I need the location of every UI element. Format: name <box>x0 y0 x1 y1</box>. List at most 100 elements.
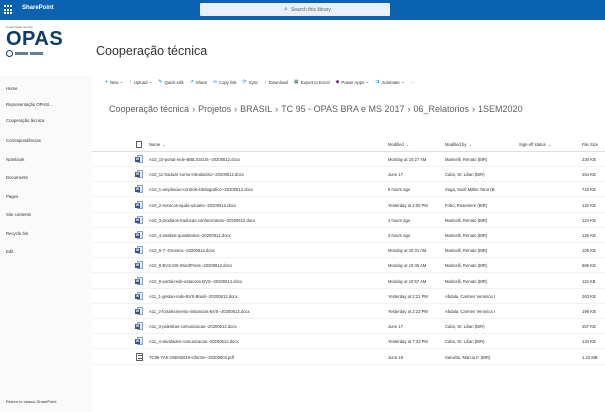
excel-icon: ▦ <box>293 79 299 85</box>
nav-item-documents[interactable]: Documents <box>6 175 28 180</box>
file-name-link[interactable]: A10_8-BVS-MS-WordPress--20200612.docx <box>149 263 232 268</box>
word-file-icon: W <box>135 246 143 255</box>
return-classic-link[interactable]: Return to classic SharePoint <box>6 399 56 404</box>
file-name-link[interactable]: A10_2-servicos-ajuda-usuario--20200612.d… <box>149 203 236 208</box>
modified-by: Cabo, Dr. Lilian (BIR) <box>445 339 485 345</box>
breadcrumb-item[interactable]: 06_Relatorios <box>414 104 470 114</box>
more-commands-button[interactable]: ··· <box>411 80 415 85</box>
download-icon: ↓ <box>264 79 267 85</box>
table-row[interactable]: W A11_4-atividades-comunicacao--20200612.… <box>92 334 605 350</box>
column-header-name[interactable]: Name ⌄ <box>149 142 166 147</box>
file-size: 120 KB <box>582 202 596 208</box>
modified-by: Marinelli, Renato (BIR) <box>445 248 488 254</box>
file-name-link[interactable]: A11_2-fortalecimento-instancias-BVS--202… <box>149 309 250 314</box>
nav-item-representacao[interactable]: Representação OPAS/... <box>6 102 53 107</box>
file-name-link[interactable]: A10_3-produtos-traducao-conhecimento--20… <box>149 218 255 223</box>
table-row[interactable]: W A10_2-servicos-ajuda-usuario--20200612.… <box>92 198 605 213</box>
nav-item-home[interactable]: Home <box>6 86 17 91</box>
modified-date: Yesterday at 2:23 PM <box>388 309 428 314</box>
nav-item-edit[interactable]: Edit <box>6 249 13 254</box>
nav-item-notebook[interactable]: Notebook <box>6 157 24 162</box>
file-size: 263 KB <box>582 293 596 299</box>
file-name-link[interactable]: A10_10-portal-rede-BIBLIOSUS--20200612.d… <box>149 157 240 162</box>
nav-item-recycle-bin[interactable]: Recycle bin <box>6 231 28 236</box>
breadcrumb-item[interactable]: Cooperação técnica <box>109 104 189 114</box>
modified-date: 5 hours ago <box>388 187 411 193</box>
file-name-link[interactable]: A10_6-7--Gnoteca--20200612.docx <box>149 248 215 253</box>
table-row[interactable]: W A11_1-gestao-rede-BVS-Brasil--20200612.… <box>92 289 605 304</box>
file-size: 118 KB <box>582 278 596 284</box>
search-box[interactable]: ⌕ Search this library <box>200 3 390 16</box>
modified-by: Marinelli, Renato (BIR) <box>445 263 488 269</box>
flow-icon: ⇉ <box>375 79 380 85</box>
file-size: 126 KB <box>582 233 596 238</box>
column-header-signoff[interactable]: Sign-off status ⌄ <box>519 142 551 147</box>
new-button[interactable]: + New ⌄ <box>105 79 123 85</box>
copy-link-button[interactable]: ∞ Copy link <box>213 79 236 85</box>
table-row[interactable]: W A11_3-palestras-comunicacao--20200612.d… <box>92 319 605 335</box>
table-row[interactable]: W A10_10-portal-rede-BIBLIOSUS--20200612.… <box>92 152 605 167</box>
table-row[interactable]: W A10_9-portal-rede-estacoes-BVS--2020061… <box>92 274 605 289</box>
table-row[interactable]: W A10_8-BVS-MS-WordPress--20200612.docx Mo… <box>92 258 605 274</box>
power-apps-button[interactable]: ◆ Power Apps ⌄ <box>336 79 370 85</box>
breadcrumb-current: 1SEM2020 <box>478 104 523 114</box>
table-row[interactable]: W A10_11-traduzir-curso-introdutório--202… <box>92 167 605 183</box>
breadcrumb-item[interactable]: BRASIL <box>240 104 272 114</box>
link-icon: ∞ <box>213 79 217 85</box>
nav-item-cooperacao[interactable]: Cooperação técnica <box>6 118 44 123</box>
nav-item-correspondencias[interactable]: Correspondências <box>6 138 41 143</box>
search-placeholder: Search this library <box>290 6 331 13</box>
quick-edit-button[interactable]: ✎ Quick edit <box>158 79 183 85</box>
upload-button[interactable]: ↑ Upload ⌄ <box>129 79 152 85</box>
column-header-size[interactable]: File Size <box>582 142 598 147</box>
breadcrumb-item[interactable]: Projetos <box>198 104 231 114</box>
column-header-modified[interactable]: Modified ⌄ <box>388 142 409 147</box>
file-name-link[interactable]: TC95-TA6-2SEM2019-informe--20200604.pdf <box>149 355 234 360</box>
modified-date: Monday at 10:27 AM <box>388 157 427 162</box>
file-name-link[interactable]: A10_9-portal-rede-estacoes-BVS--20200612… <box>149 279 242 284</box>
export-excel-button[interactable]: ▦ Export to Excel <box>294 79 330 85</box>
table-row[interactable]: W A10_6-7--Gnoteca--20200612.docx Monday a… <box>92 243 605 259</box>
share-button[interactable]: ↗ Share <box>190 79 208 85</box>
word-file-icon: W <box>135 337 143 346</box>
word-file-icon: W <box>135 185 143 194</box>
column-header-modified-by[interactable]: Modified by ⌄ <box>445 142 472 147</box>
table-row[interactable]: W A11_2-fortalecimento-instancias-BVS--20… <box>92 304 605 319</box>
file-type-icon[interactable] <box>136 141 142 148</box>
file-name-link[interactable]: A10_1-ampliacao-controle-bibliografico--… <box>149 187 253 192</box>
file-name-link[interactable]: A11_4-atividades-comunicacao--20200612.d… <box>149 339 239 344</box>
file-name-link[interactable]: A10_4-analisis-quantitativo--20200612.do… <box>149 233 231 238</box>
word-file-icon: W <box>135 215 143 224</box>
sync-icon: ⟳ <box>242 79 247 85</box>
app-name[interactable]: SharePoint <box>22 5 54 11</box>
pdf-file-icon <box>135 352 143 361</box>
modified-by: Marinelli, Renato (BIR) <box>445 278 488 284</box>
file-name-link[interactable]: A11_1-gestao-rede-BVS-Brasil--20200612.d… <box>149 294 238 299</box>
globe-emblem-icon <box>6 49 13 57</box>
word-file-icon: W <box>135 155 143 163</box>
nav-item-pages[interactable]: Pages <box>6 194 18 199</box>
word-file-icon: W <box>135 231 143 239</box>
modified-by: Sanvitto, Marcia F. (BIR) <box>445 354 491 360</box>
logo-emblems <box>6 49 76 57</box>
breadcrumb: Cooperação técnica › Projetos › BRASIL › TC 95… <box>109 104 523 114</box>
nav-item-site-contents[interactable]: Site contents <box>6 212 31 217</box>
table-row[interactable]: TC95-TA6-2SEM2019-informe--20200604.pdf J… <box>92 350 605 365</box>
site-title[interactable]: Cooperação técnica <box>96 44 207 58</box>
table-row[interactable]: W A10_3-produtos-traducao-conhecimento--2… <box>92 213 605 228</box>
waffle-icon[interactable] <box>4 5 14 15</box>
file-name-link[interactable]: A11_3-palestras-comunicacao--20200612.do… <box>149 324 237 329</box>
sync-button[interactable]: ⟳ Sync <box>243 79 259 85</box>
site-logo[interactable]: Cooperação técnica OPAS <box>6 25 76 68</box>
file-size: 105 KB <box>582 248 596 254</box>
table-row[interactable]: W A10_1-ampliacao-controle-bibliografico-… <box>92 182 605 198</box>
chevron-down-icon: ⌄ <box>468 142 472 147</box>
automate-button[interactable]: ⇉ Automate ⌄ <box>375 79 404 85</box>
download-button[interactable]: ↓ Download <box>264 79 288 85</box>
edit-icon: ✎ <box>158 79 163 85</box>
file-name-link[interactable]: A10_11-traduzir-curso-introdutório--2020… <box>149 172 244 177</box>
breadcrumb-item[interactable]: TC 95 - OPAS BRA e MS 2017 <box>281 104 404 114</box>
upload-icon: ↑ <box>129 79 132 85</box>
word-file-icon: W <box>135 322 143 331</box>
table-row[interactable]: W A10_4-analisis-quantitativo--20200612.d… <box>92 228 605 243</box>
